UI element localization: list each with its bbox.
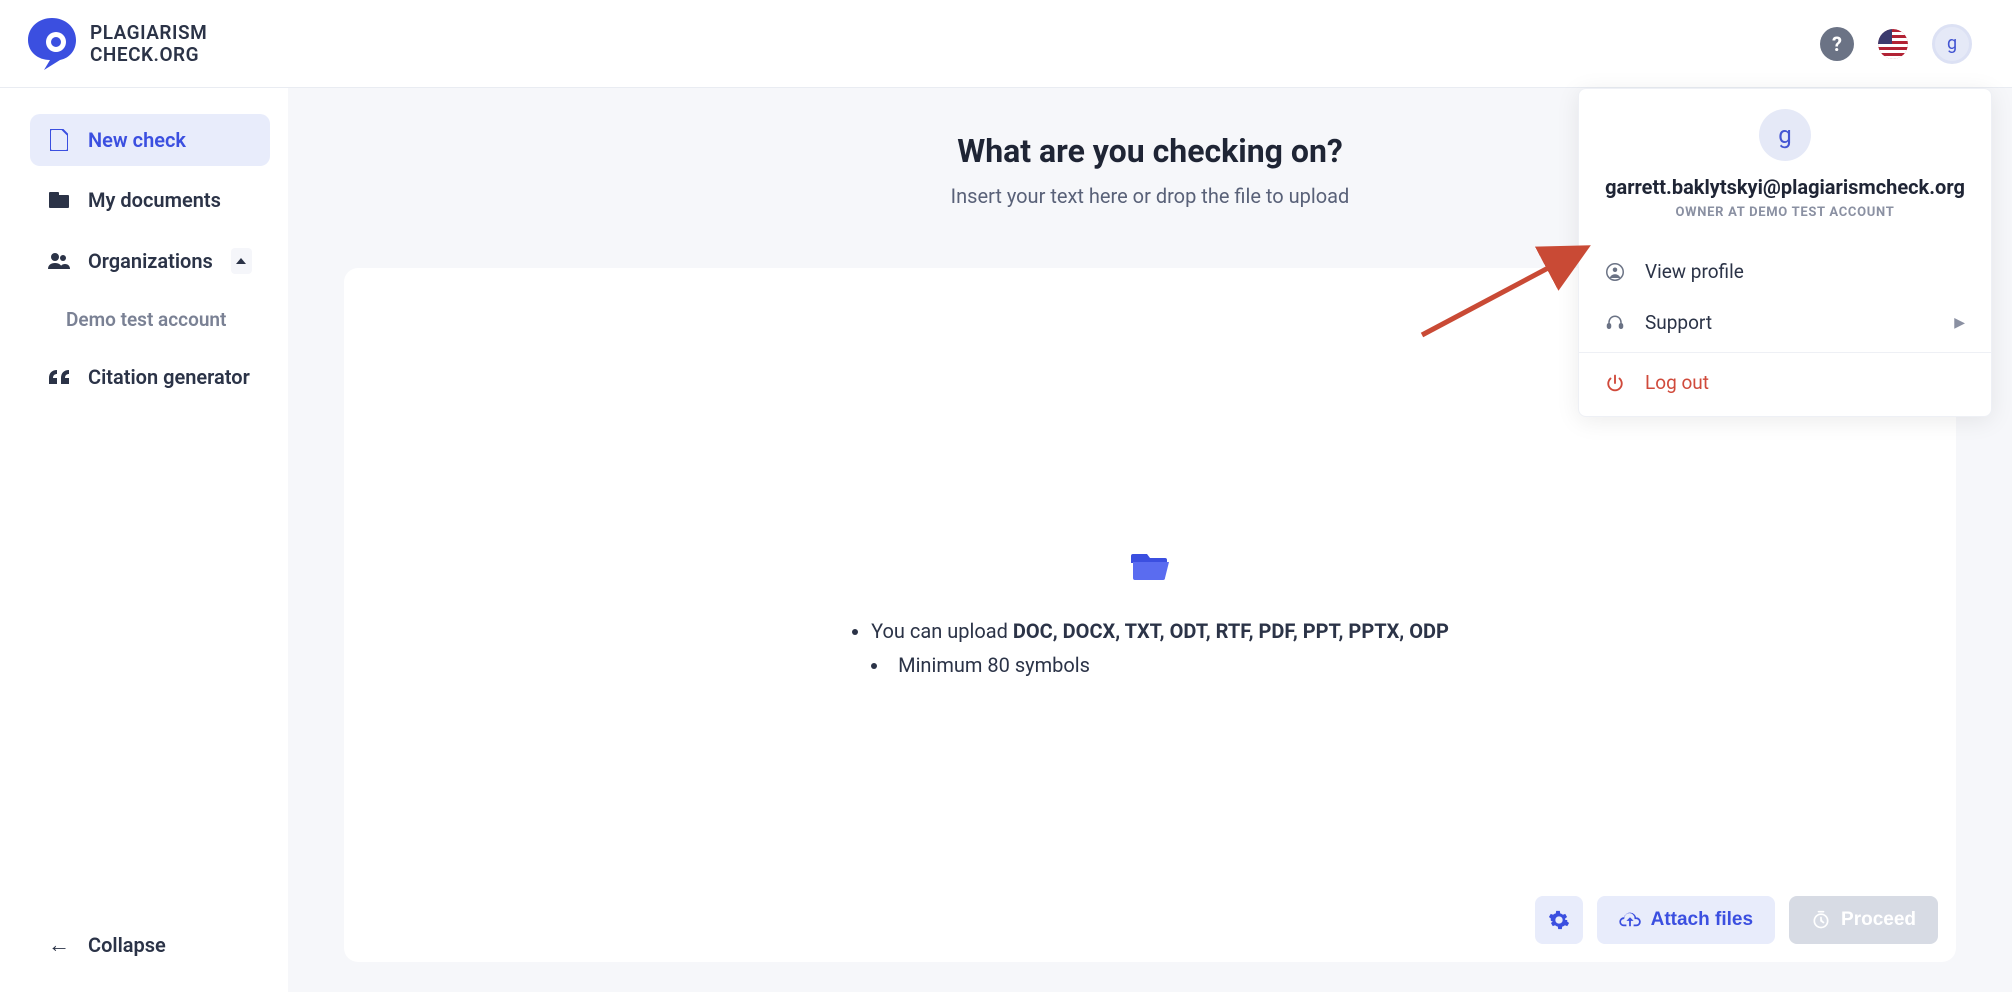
document-icon xyxy=(48,129,70,151)
sidebar-item-label: New check xyxy=(88,128,186,152)
proceed-label: Proceed xyxy=(1841,909,1916,931)
help-button[interactable]: ? xyxy=(1820,27,1854,61)
sidebar-item-citation generator[interactable]: Citation generator xyxy=(30,351,270,403)
chevron-right-icon: ▶ xyxy=(1954,315,1965,331)
brand-logo[interactable]: PLAGIARISM CHECK.ORG xyxy=(28,18,207,70)
menu-divider xyxy=(1579,352,1991,353)
menu-item-label: Support xyxy=(1645,311,1712,334)
attach-label: Attach files xyxy=(1651,909,1753,931)
menu-item-label: View profile xyxy=(1645,260,1744,283)
sidebar-item-my-documents[interactable]: My documents xyxy=(30,174,270,226)
upload-formats-line: You can upload DOC, DOCX, TXT, ODT, RTF,… xyxy=(871,614,1449,648)
folder-icon xyxy=(48,192,70,208)
header: PLAGIARISM CHECK.ORG ? g xyxy=(0,0,2012,88)
collapse-label: Collapse xyxy=(88,933,166,957)
gear-icon xyxy=(1548,909,1570,931)
power-icon xyxy=(1605,374,1625,392)
brand-text: PLAGIARISM CHECK.ORG xyxy=(90,22,207,66)
user-icon xyxy=(1605,263,1625,281)
menu-item-view-profile[interactable]: View profile xyxy=(1579,246,1991,297)
clock-icon xyxy=(1811,910,1831,930)
profile-email: garrett.baklytskyi@plagiarismcheck.org xyxy=(1601,175,1969,199)
sidebar-nav: New check My documents Organizations xyxy=(30,114,270,403)
sidebar-item-label: Organizations xyxy=(88,249,213,273)
header-actions: ? g xyxy=(1820,24,1972,64)
menu-item-support[interactable]: Support ▶ xyxy=(1579,297,1991,348)
caret-up-icon xyxy=(236,258,246,264)
open-folder-icon xyxy=(1131,548,1169,614)
profile-menu-items: View profile Support ▶ Log out xyxy=(1579,238,1991,416)
quote-icon xyxy=(48,370,70,384)
profile-role: OWNER AT DEMO TEST ACCOUNT xyxy=(1601,205,1969,220)
headset-icon xyxy=(1605,314,1625,332)
upload-prefix: You can upload xyxy=(871,619,1013,643)
proceed-button: Proceed xyxy=(1789,896,1938,944)
brand-line1: PLAGIARISM xyxy=(90,22,207,44)
sidebar: New check My documents Organizations xyxy=(0,88,288,992)
profile-avatar: g xyxy=(1759,109,1811,161)
sidebar-item-organizations[interactable]: Organizations xyxy=(30,234,270,288)
collapse-toggle[interactable] xyxy=(231,248,252,274)
dropzone-text: You can upload DOC, DOCX, TXT, ODT, RTF,… xyxy=(851,614,1449,682)
attach-files-button[interactable]: Attach files xyxy=(1597,896,1775,944)
settings-button[interactable] xyxy=(1535,896,1583,944)
profile-dropdown: g garrett.baklytskyi@plagiarismcheck.org… xyxy=(1578,88,1992,417)
upload-cloud-icon xyxy=(1619,911,1641,929)
menu-item-logout[interactable]: Log out xyxy=(1579,357,1991,408)
sidebar-item-new-check[interactable]: New check xyxy=(30,114,270,166)
menu-item-label: Log out xyxy=(1645,371,1709,394)
avatar-initial: g xyxy=(1778,121,1791,149)
sidebar-item-label: My documents xyxy=(88,188,221,212)
sidebar-sub-org[interactable]: Demo test account xyxy=(30,296,270,343)
sidebar-item-label: Citation generator xyxy=(88,365,250,389)
min-symbols-line: Minimum 80 symbols xyxy=(871,648,1449,682)
us-flag-icon xyxy=(1878,29,1908,59)
arrow-left-icon: ← xyxy=(48,932,70,958)
profile-avatar-button[interactable]: g xyxy=(1932,24,1972,64)
profile-header: g garrett.baklytskyi@plagiarismcheck.org… xyxy=(1579,89,1991,238)
people-icon xyxy=(48,253,70,269)
sidebar-sub-label: Demo test account xyxy=(66,308,226,331)
brand-line2: CHECK.ORG xyxy=(90,44,207,66)
dropzone-actions: Attach files Proceed xyxy=(1535,896,1938,944)
avatar-initial: g xyxy=(1947,33,1957,54)
upload-formats: DOC, DOCX, TXT, ODT, RTF, PDF, PPT, PPTX… xyxy=(1013,619,1449,643)
logo-icon xyxy=(28,18,76,70)
sidebar-collapse-button[interactable]: ← Collapse xyxy=(30,918,270,972)
language-button[interactable] xyxy=(1878,29,1908,59)
question-icon: ? xyxy=(1832,32,1842,56)
